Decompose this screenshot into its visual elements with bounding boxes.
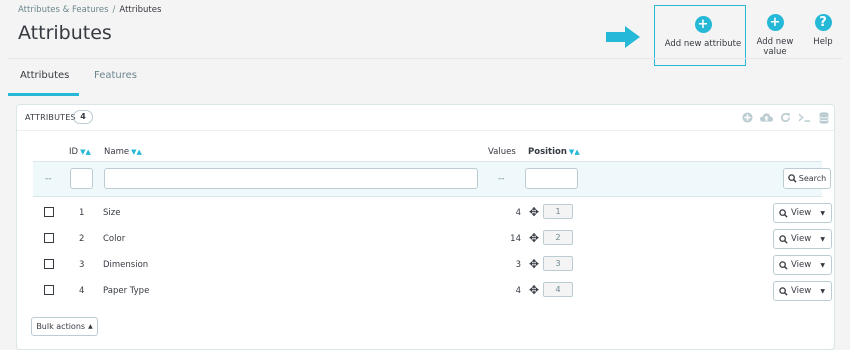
position-value: 2 [543,230,573,245]
arrow-right-icon [606,26,640,48]
table-row: 2 Color 14 ✥ 2 View ▼ [33,227,832,253]
caret-up-icon: ▲ [88,323,93,330]
sort-arrows-icon[interactable]: ▼▲ [131,148,142,156]
view-button-label: View [791,208,812,218]
column-header-position[interactable]: Position ▼▲ [528,147,580,157]
drag-move-icon[interactable]: ✥ [529,257,539,271]
add-new-value-button[interactable]: + Add new value [745,14,805,57]
view-button[interactable]: View ▼ [773,203,832,223]
position-value: 1 [543,204,573,219]
search-button[interactable]: Search [783,168,831,189]
drag-move-icon[interactable]: ✥ [529,283,539,297]
cell-name: Size [103,208,121,218]
cell-id: 4 [79,286,85,296]
cell-values: 4 [515,286,521,296]
tab-features[interactable]: Features [94,70,137,81]
sort-arrows-icon[interactable]: ▼▲ [80,148,91,156]
tab-attributes[interactable]: Attributes [20,70,69,81]
cell-values: 14 [510,234,521,244]
cell-id: 3 [79,260,85,270]
cell-id: 2 [79,234,85,244]
row-checkbox[interactable] [44,233,54,243]
view-button-label: View [791,234,812,244]
column-header-name-label: Name [104,147,130,157]
view-button[interactable]: View ▼ [773,255,832,275]
add-new-value-label: Add new value [756,37,794,57]
zoom-icon [779,208,788,218]
position-filter-input[interactable] [525,168,578,189]
help-button[interactable]: ? Help [808,14,838,47]
add-new-attribute-label: Add new attribute [664,39,742,49]
question-circle-icon: ? [814,14,832,31]
column-header-name[interactable]: Name ▼▲ [104,147,142,157]
filter-row: -- -- Search [33,161,831,197]
cell-values: 3 [515,260,521,270]
position-value: 4 [543,282,573,297]
add-new-attribute-button[interactable]: + Add new attribute [664,16,742,49]
table-row: 1 Size 4 ✥ 1 View ▼ [33,201,832,227]
help-label: Help [813,37,833,47]
caret-down-icon[interactable]: ▼ [820,210,825,217]
name-filter-input[interactable] [104,168,478,189]
column-header-position-label: Position [528,147,567,157]
breadcrumb-parent[interactable]: Attributes & Features [18,5,109,15]
add-icon[interactable] [741,111,754,124]
cloud-upload-icon[interactable] [760,111,773,124]
panel-toolbar [741,111,830,124]
breadcrumb: Attributes & Features / Attributes [18,5,161,15]
position-value: 3 [543,256,573,271]
cell-id: 1 [79,208,85,218]
cell-name: Paper Type [103,286,150,296]
breadcrumb-current: Attributes [119,5,162,15]
breadcrumb-separator: / [112,5,116,15]
id-filter-input[interactable] [70,168,93,189]
zoom-icon [779,286,788,296]
caret-down-icon[interactable]: ▼ [820,288,825,295]
cell-name: Dimension [103,260,149,270]
terminal-icon[interactable] [798,111,811,124]
row-checkbox[interactable] [44,285,54,295]
row-checkbox[interactable] [44,207,54,217]
bulk-actions-label: Bulk actions [36,322,86,331]
zoom-icon [779,234,788,244]
values-filter-dash: -- [498,174,505,184]
count-badge: 4 [73,110,93,124]
caret-down-icon[interactable]: ▼ [820,236,825,243]
view-button[interactable]: View ▼ [773,281,832,301]
bulk-actions-button[interactable]: Bulk actions ▲ [31,317,98,336]
plus-circle-icon: + [694,16,712,33]
view-button-label: View [791,286,812,296]
attributes-panel: ATTRIBUTES 4 ID ▼▲ Name ▼▲ Values Position… [16,104,835,350]
cell-values: 4 [515,208,521,218]
panel-header: ATTRIBUTES 4 [17,105,834,131]
row-checkbox[interactable] [44,259,54,269]
search-icon [788,174,797,183]
search-button-label: Search [798,174,827,183]
cell-name: Color [103,234,126,244]
filter-dash: -- [45,174,52,184]
column-header-id-label: ID [69,147,79,157]
view-button[interactable]: View ▼ [773,229,832,249]
sort-arrows-icon[interactable]: ▼▲ [569,148,580,156]
database-icon[interactable] [817,111,830,124]
column-header-values: Values [488,147,516,157]
tab-bar: Attributes Features [8,58,842,96]
table-row: 4 Paper Type 4 ✥ 4 View ▼ [33,279,832,305]
active-tab-indicator [8,93,79,96]
zoom-icon [779,260,788,270]
plus-circle-icon: + [766,14,784,31]
drag-move-icon[interactable]: ✥ [529,205,539,219]
table-row: 3 Dimension 3 ✥ 3 View ▼ [33,253,832,279]
page-title: Attributes [18,22,112,44]
drag-move-icon[interactable]: ✥ [529,231,539,245]
view-button-label: View [791,260,812,270]
panel-title: ATTRIBUTES [25,113,76,122]
caret-down-icon[interactable]: ▼ [820,262,825,269]
column-header-id[interactable]: ID ▼▲ [69,147,91,157]
refresh-icon[interactable] [779,111,792,124]
